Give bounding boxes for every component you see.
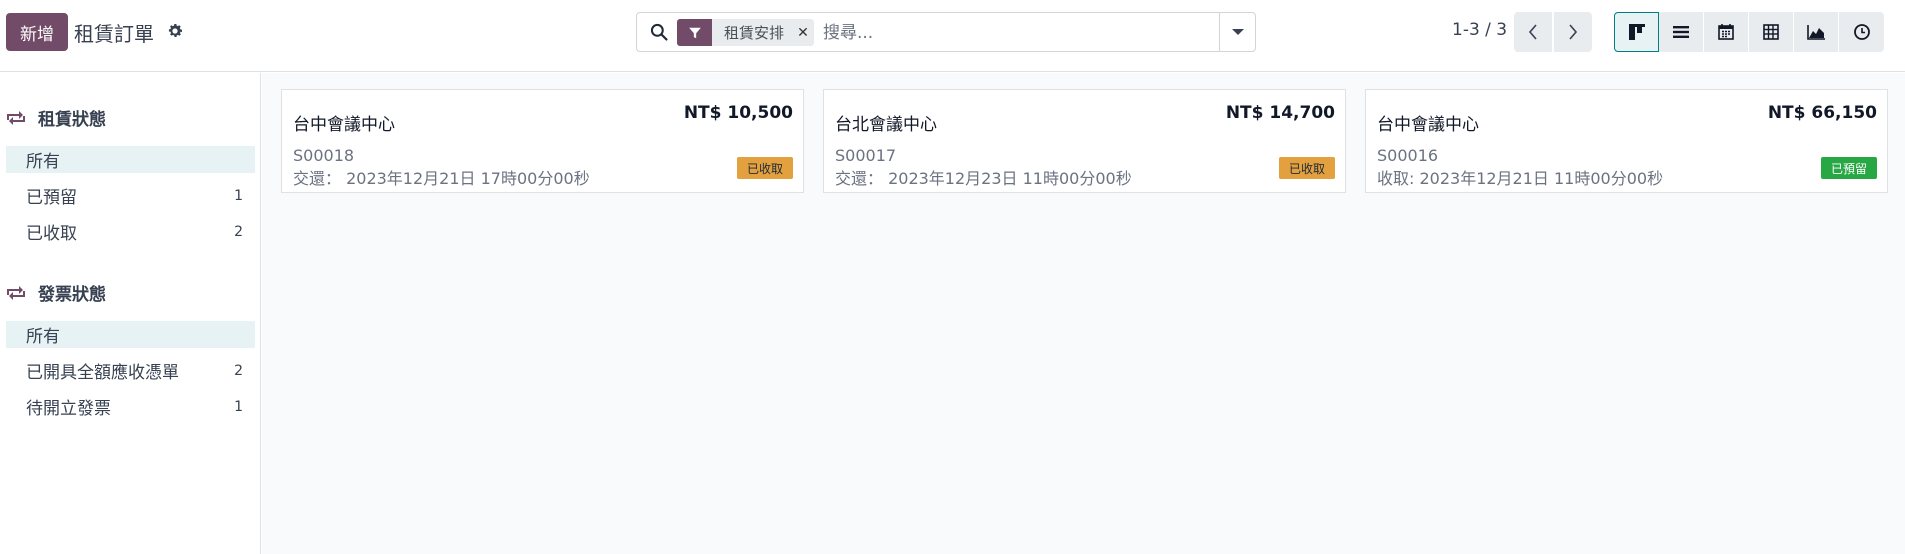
pivot-view-button[interactable] (1749, 12, 1794, 52)
filter-count: 1 (234, 398, 243, 415)
filter-count: 1 (234, 187, 243, 204)
pager-previous-button[interactable] (1514, 12, 1552, 52)
chevron-left-icon (1528, 24, 1537, 40)
gear-icon[interactable] (166, 22, 184, 40)
card-reference: S00018 (293, 146, 355, 165)
section-rental-status: 租賃狀態 (6, 105, 106, 130)
control-panel: 新增 租賃訂單 租賃安排 ✕ 1-3 / 3 (0, 0, 1905, 72)
kanban-icon (1628, 24, 1645, 40)
status-badge: 已預留 (1820, 157, 1877, 179)
section-title: 租賃狀態 (38, 110, 106, 130)
filter-label: 所有 (26, 152, 60, 172)
search-input[interactable] (823, 19, 1193, 46)
calendar-icon (1718, 24, 1734, 40)
kanban-card[interactable]: 台中會議中心 NT$ 10,500 S00018 交還： 2023年12月21日… (281, 89, 804, 193)
card-amount: NT$ 14,700 (1225, 103, 1335, 123)
search-facet: 租賃安排 ✕ (677, 19, 815, 46)
card-date: 交還： 2023年12月21日 17時00分00秒 (293, 169, 590, 188)
card-reference: S00016 (1377, 146, 1439, 165)
filter-rental-reserved[interactable]: 已預留 1 (6, 182, 255, 209)
pager-next-button[interactable] (1554, 12, 1592, 52)
new-button[interactable]: 新增 (6, 13, 68, 51)
filter-count: 2 (234, 223, 243, 240)
card-title: 台中會議中心 (1377, 115, 1479, 135)
section-title: 發票狀態 (38, 285, 106, 305)
calendar-view-button[interactable] (1704, 12, 1749, 52)
filter-label: 已預留 (26, 188, 77, 208)
kanban-card[interactable]: 台中會議中心 NT$ 66,150 S00016 收取: 2023年12月21日… (1365, 89, 1888, 193)
retweet-icon (7, 285, 25, 300)
card-date: 收取: 2023年12月21日 11時00分00秒 (1377, 169, 1664, 188)
filter-count: 2 (234, 362, 243, 379)
kanban-view: 台中會議中心 NT$ 10,500 S00018 交還： 2023年12月21日… (262, 73, 1905, 554)
card-amount: NT$ 10,500 (683, 103, 793, 123)
list-view-button[interactable] (1659, 12, 1704, 52)
filter-label: 已收取 (26, 224, 77, 244)
filter-label: 待開立發票 (26, 399, 111, 419)
page-title: 租賃訂單 (74, 22, 154, 46)
filter-rental-picked-up[interactable]: 已收取 2 (6, 218, 255, 245)
filter-icon (677, 19, 712, 46)
status-badge: 已收取 (736, 157, 793, 179)
facet-remove-icon[interactable]: ✕ (792, 19, 814, 46)
clock-icon (1853, 24, 1870, 40)
search-bar: 租賃安排 ✕ (636, 12, 1256, 52)
list-icon (1673, 26, 1689, 38)
card-title: 台中會議中心 (293, 115, 395, 135)
card-date: 交還： 2023年12月23日 11時00分00秒 (835, 169, 1132, 188)
section-invoice-status: 發票狀態 (6, 280, 106, 305)
search-options-toggle[interactable] (1219, 13, 1255, 51)
activity-view-button[interactable] (1839, 12, 1884, 52)
graph-view-button[interactable] (1794, 12, 1839, 52)
filter-label: 所有 (26, 327, 60, 347)
status-badge: 已收取 (1278, 157, 1335, 179)
chevron-right-icon (1569, 24, 1578, 40)
filter-invoice-fully-invoiced[interactable]: 已開具全額應收憑單 2 (6, 357, 255, 384)
kanban-card[interactable]: 台北會議中心 NT$ 14,700 S00017 交還： 2023年12月23日… (823, 89, 1346, 193)
caret-down-icon (1231, 29, 1244, 35)
card-reference: S00017 (835, 146, 897, 165)
view-switcher (1614, 12, 1884, 52)
pivot-table-icon (1763, 24, 1779, 40)
search-icon (650, 23, 668, 41)
facet-label: 租賃安排 (724, 24, 785, 42)
area-chart-icon (1807, 25, 1825, 40)
filter-rental-all[interactable]: 所有 (6, 146, 255, 173)
card-title: 台北會議中心 (835, 115, 937, 135)
filter-invoice-all[interactable]: 所有 (6, 321, 255, 348)
search-panel: 租賃狀態 所有 已預留 1 已收取 2 發票狀態 所有 已開具全額應收憑單 2 … (0, 73, 261, 554)
pager-value[interactable]: 1-3 / 3 (1452, 20, 1507, 40)
filter-label: 已開具全額應收憑單 (26, 363, 179, 383)
filter-invoice-to-invoice[interactable]: 待開立發票 1 (6, 393, 255, 420)
retweet-icon (7, 110, 25, 125)
kanban-view-button[interactable] (1614, 12, 1659, 52)
card-amount: NT$ 66,150 (1767, 103, 1877, 123)
